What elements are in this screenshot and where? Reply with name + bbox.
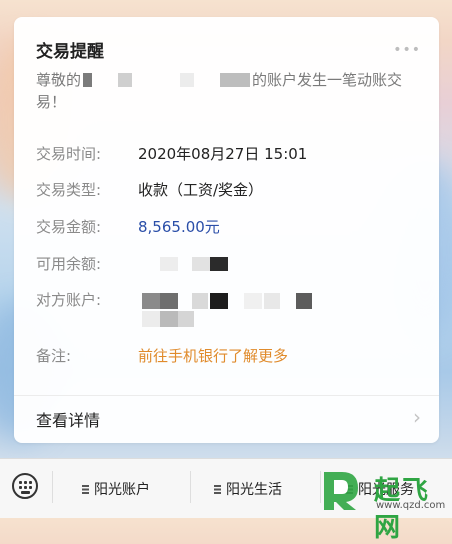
- field-label: 交易类型:: [36, 181, 102, 199]
- menu-label: 阳光账户: [94, 482, 150, 498]
- available-balance-row: 可用余额:: [36, 253, 138, 274]
- divider: [14, 395, 439, 396]
- menu-life[interactable]: 阳光生活: [214, 479, 282, 499]
- menu-icon: [82, 485, 89, 494]
- redaction-mask: [178, 311, 194, 327]
- transaction-time-value: 2020年08月27日 15:01: [138, 145, 308, 163]
- redaction-mask: [220, 73, 251, 87]
- redaction-mask: [264, 293, 280, 309]
- greeting-text: 尊敬的 的账户发生一笔动账交易！: [36, 69, 421, 113]
- watermark-url: www.qzd.com: [376, 500, 446, 511]
- redaction-mask: [180, 73, 195, 87]
- transaction-time-row: 交易时间: 2020年08月27日 15:01: [36, 143, 307, 164]
- transaction-alert-card: 交易提醒 ••• 尊敬的 的账户发生一笔动账交易！ 交易时间: 2020年08月27…: [14, 17, 439, 443]
- card-title: 交易提醒: [36, 42, 104, 62]
- greeting-prefix: 尊敬的: [36, 71, 82, 89]
- transaction-type-value: 收款（工资/奖金）: [138, 181, 264, 199]
- divider: [190, 471, 191, 503]
- menu-label: 阳光生活: [226, 482, 282, 498]
- redaction-mask: [192, 293, 208, 309]
- transaction-type-row: 交易类型: 收款（工资/奖金）: [36, 179, 263, 200]
- divider: [52, 471, 53, 503]
- redaction-mask: [160, 311, 178, 327]
- field-label: 可用余额:: [36, 255, 102, 273]
- field-label: 对方账户:: [36, 291, 102, 309]
- redaction-mask: [142, 293, 160, 309]
- keyboard-icon[interactable]: [12, 473, 38, 499]
- transaction-amount-row: 交易金额: 8,565.00元: [36, 216, 220, 237]
- view-details-button[interactable]: 查看详情: [36, 407, 100, 431]
- redaction-mask: [142, 311, 160, 327]
- redaction-mask: [296, 293, 312, 309]
- field-label: 交易金额:: [36, 218, 102, 236]
- menu-icon: [214, 485, 221, 494]
- counterparty-account-row: 对方账户:: [36, 289, 138, 310]
- redaction-mask: [210, 293, 228, 309]
- menu-account[interactable]: 阳光账户: [82, 479, 150, 499]
- watermark-logo-icon: [324, 472, 358, 510]
- redaction-mask: [160, 293, 178, 309]
- field-label: 交易时间:: [36, 145, 102, 163]
- redaction-mask: [160, 257, 178, 271]
- more-options-icon[interactable]: •••: [393, 42, 421, 58]
- redaction-mask: [83, 73, 93, 87]
- field-label: 备注:: [36, 347, 72, 365]
- redaction-mask: [210, 257, 228, 271]
- remark-row: 备注: 前往手机银行了解更多: [36, 345, 288, 366]
- mobile-banking-link[interactable]: 前往手机银行了解更多: [138, 347, 288, 365]
- transaction-amount-value: 8,565.00元: [138, 218, 220, 236]
- redaction-mask: [192, 257, 210, 271]
- chevron-right-icon[interactable]: ›: [413, 405, 421, 429]
- redaction-mask: [244, 293, 262, 309]
- redaction-mask: [118, 73, 133, 87]
